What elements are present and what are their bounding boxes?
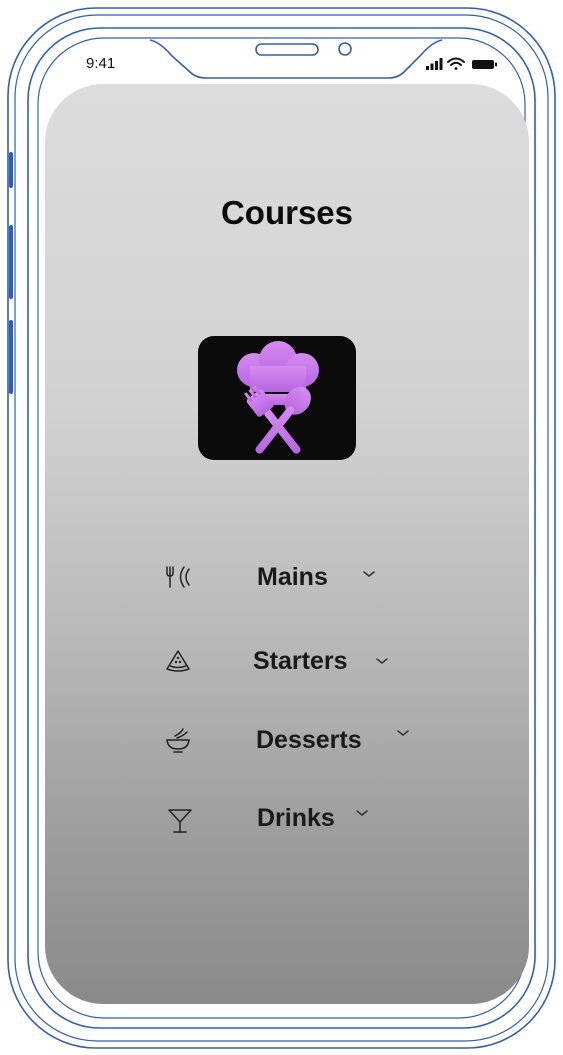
chevron-down-icon[interactable] bbox=[355, 808, 369, 818]
chevron-down-icon[interactable] bbox=[375, 656, 389, 666]
dessert-bowl-icon bbox=[166, 728, 190, 753]
menu-item-label: Drinks bbox=[257, 804, 335, 832]
menu-item-starters[interactable]: Starters bbox=[45, 639, 529, 683]
chevron-down-icon[interactable] bbox=[396, 728, 410, 738]
menu-item-mains[interactable]: Mains bbox=[45, 555, 529, 599]
menu-item-label: Starters bbox=[253, 647, 348, 675]
wifi-icon bbox=[447, 57, 465, 70]
battery-icon bbox=[472, 60, 497, 69]
phone-mockup: 9:41 Courses Mains Starters Desserts Dri… bbox=[0, 0, 563, 1055]
page-title: Courses bbox=[220, 194, 354, 231]
chevron-down-icon[interactable] bbox=[362, 569, 376, 579]
cocktail-glass-icon bbox=[168, 809, 192, 833]
app-logo bbox=[198, 336, 356, 460]
menu-item-drinks[interactable]: Drinks bbox=[45, 796, 529, 840]
menu-item-label: Desserts bbox=[256, 726, 362, 754]
menu-item-desserts[interactable]: Desserts bbox=[45, 718, 529, 762]
menu-item-label: Mains bbox=[257, 563, 328, 591]
fork-knife-plate-icon bbox=[166, 566, 190, 588]
status-time: 9:41 bbox=[86, 55, 116, 72]
status-icons bbox=[426, 57, 497, 70]
watermelon-slice-icon bbox=[166, 650, 190, 672]
chef-hat-utensils-icon bbox=[237, 341, 319, 454]
app-screen: Courses Mains Starters Desserts Drinks bbox=[45, 84, 529, 1004]
cellular-signal-icon bbox=[426, 58, 443, 70]
